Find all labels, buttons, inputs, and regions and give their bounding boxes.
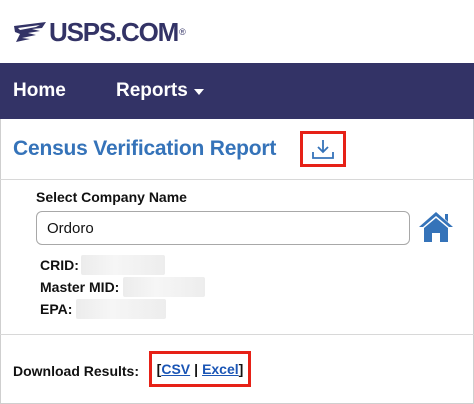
company-name-input[interactable] [36,211,410,245]
link-separator: | [194,361,199,377]
company-field-label: Select Company Name [36,189,187,205]
download-results-label: Download Results: [13,363,140,379]
master-mid-row: Master MID: [40,277,206,297]
download-links-box: [ CSV | Excel ] [149,351,251,387]
home-icon[interactable] [417,209,455,245]
title-row: Census Verification Report [0,119,474,180]
bracket-close: ] [238,361,244,377]
epa-redacted-value [76,299,167,319]
nav-reports-label: Reports [116,80,188,101]
caret-down-icon [193,89,204,95]
trademark-mark: ® [179,27,186,37]
download-icon [312,140,334,159]
page-title: Census Verification Report [13,137,277,160]
download-results-row: Download Results: [ CSV | Excel ] [0,334,474,404]
nav-reports[interactable]: Reports [116,80,204,102]
epa-row: EPA: [40,299,167,319]
epa-label: EPA: [40,301,73,317]
master-mid-label: Master MID: [40,279,120,295]
crid-label: CRID: [40,257,79,273]
excel-link[interactable]: Excel [202,361,239,377]
report-form: Select Company Name CRID: Master MID: EP… [0,181,474,334]
download-button[interactable] [300,131,346,167]
nav-home[interactable]: Home [13,80,66,102]
usps-eagle-icon [14,22,46,42]
main-navbar: Home Reports [0,63,474,119]
crid-redacted-value [80,255,165,275]
master-mid-redacted-value [123,277,206,297]
csv-link[interactable]: CSV [161,361,190,377]
usps-logo[interactable]: USPS.COM ® [12,18,186,46]
logo-bar: USPS.COM ® [0,0,474,63]
logo-text: USPS.COM [49,17,179,47]
crid-row: CRID: [40,255,165,275]
